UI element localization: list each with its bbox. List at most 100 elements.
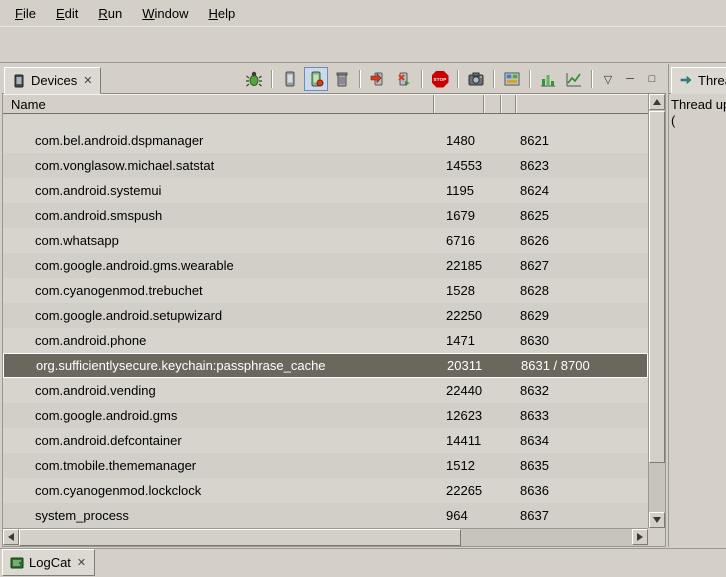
port-cell: 8630 bbox=[515, 333, 648, 348]
pid-cell: 1195 bbox=[433, 183, 483, 198]
table-row[interactable]: com.cyanogenmod.lockclock 22265 8636 bbox=[3, 478, 648, 503]
table-row[interactable]: com.google.android.setupwizard 22250 862… bbox=[3, 303, 648, 328]
pid-cell: 14411 bbox=[433, 433, 483, 448]
column-header-pid[interactable] bbox=[433, 95, 483, 113]
minimize-icon[interactable]: ─ bbox=[620, 69, 640, 89]
capture-icon[interactable] bbox=[500, 67, 524, 91]
pid-cell: 1528 bbox=[433, 283, 483, 298]
menu-file[interactable]: File bbox=[6, 3, 45, 24]
table-row[interactable]: com.google.android.gms.wearable 22185 86… bbox=[3, 253, 648, 278]
menu-window[interactable]: Window bbox=[133, 3, 197, 24]
pid-cell: 6716 bbox=[433, 233, 483, 248]
toolbar-separator bbox=[421, 70, 423, 88]
port-cell: 8624 bbox=[515, 183, 648, 198]
table-row[interactable]: com.tmobile.thememanager 1512 8635 bbox=[3, 453, 648, 478]
column-header-spacer2[interactable] bbox=[500, 95, 515, 113]
column-header-spacer1[interactable] bbox=[483, 95, 500, 113]
device-rows: com.bel.android.dspmanager 1480 8621 com… bbox=[3, 128, 648, 528]
vertical-scroll-thumb[interactable] bbox=[649, 111, 665, 463]
process-name-cell: com.cyanogenmod.lockclock bbox=[3, 483, 433, 498]
tab-threads[interactable]: Threa ✕ bbox=[671, 67, 726, 94]
toolbar-separator bbox=[359, 70, 361, 88]
devices-view: Devices ✕ bbox=[2, 64, 666, 547]
logcat-bar: LogCat ✕ bbox=[0, 548, 726, 577]
network-stats-icon[interactable] bbox=[562, 67, 586, 91]
process-name-cell: com.google.android.gms.wearable bbox=[3, 258, 433, 273]
process-name-cell: com.cyanogenmod.trebuchet bbox=[3, 283, 433, 298]
port-cell: 8635 bbox=[515, 458, 648, 473]
table-row[interactable]: com.vonglasow.michael.satstat 14553 8623 bbox=[3, 153, 648, 178]
update-threads-icon[interactable] bbox=[366, 67, 390, 91]
port-cell: 8629 bbox=[515, 308, 648, 323]
scroll-right-button[interactable] bbox=[632, 529, 648, 545]
table-row[interactable]: com.android.smspush 1679 8625 bbox=[3, 203, 648, 228]
menu-bar: File Edit Run Window Help bbox=[0, 0, 726, 26]
horizontal-scroll-track[interactable] bbox=[461, 529, 632, 546]
tab-logcat[interactable]: LogCat ✕ bbox=[2, 549, 95, 576]
gc-icon[interactable] bbox=[330, 67, 354, 91]
column-header-name[interactable]: Name bbox=[3, 95, 433, 113]
process-name-cell: com.whatsapp bbox=[3, 233, 433, 248]
port-cell: 8623 bbox=[515, 158, 648, 173]
table-row[interactable]: com.cyanogenmod.trebuchet 1528 8628 bbox=[3, 278, 648, 303]
pid-cell: 1679 bbox=[433, 208, 483, 223]
view-menu-icon[interactable]: ▽ bbox=[598, 69, 618, 89]
tab-devices[interactable]: Devices ✕ bbox=[4, 67, 101, 94]
port-cell: 8634 bbox=[515, 433, 648, 448]
scroll-up-button[interactable] bbox=[649, 94, 665, 110]
process-name-cell: com.android.systemui bbox=[3, 183, 433, 198]
process-name-cell: com.google.android.setupwizard bbox=[3, 308, 433, 323]
table-row[interactable]: com.google.android.gms 12623 8633 bbox=[3, 403, 648, 428]
horizontal-scroll-thumb[interactable] bbox=[19, 529, 461, 546]
vertical-scrollbar[interactable] bbox=[648, 94, 665, 528]
threads-tab-icon bbox=[679, 74, 693, 88]
device-tab-icon bbox=[12, 74, 26, 88]
process-name-cell: org.sufficientlysecure.keychain:passphra… bbox=[4, 358, 434, 373]
threads-body: Thread up ( bbox=[669, 94, 726, 547]
close-icon[interactable]: ✕ bbox=[76, 556, 87, 569]
stop-process-icon[interactable]: STOP bbox=[428, 67, 452, 91]
table-row[interactable]: com.bel.android.dspmanager 1480 8621 bbox=[3, 128, 648, 153]
screenshot-icon[interactable] bbox=[464, 67, 488, 91]
close-icon[interactable]: ✕ bbox=[82, 74, 93, 87]
scroll-left-button[interactable] bbox=[3, 529, 19, 545]
pid-cell: 20311 bbox=[434, 358, 484, 373]
table-row[interactable]: com.android.systemui 1195 8624 bbox=[3, 178, 648, 203]
pid-cell: 1480 bbox=[433, 133, 483, 148]
table-header-row: Name bbox=[3, 94, 648, 114]
table-row[interactable]: org.sufficientlysecure.keychain:passphra… bbox=[3, 353, 648, 378]
toolbar-separator bbox=[529, 70, 531, 88]
stop-label: STOP bbox=[434, 77, 447, 82]
table-row[interactable]: com.android.vending 22440 8632 bbox=[3, 378, 648, 403]
device-table-body: com.bel.android.dspmanager 1480 8621 com… bbox=[3, 115, 648, 528]
method-profiling-icon[interactable] bbox=[392, 67, 416, 91]
table-row[interactable]: com.android.defcontainer 14411 8634 bbox=[3, 428, 648, 453]
debug-icon[interactable] bbox=[242, 67, 266, 91]
menu-run[interactable]: Run bbox=[89, 3, 131, 24]
stop-octagon: STOP bbox=[432, 71, 449, 88]
port-cell: 8637 bbox=[515, 508, 648, 523]
port-cell: 8636 bbox=[515, 483, 648, 498]
port-cell: 8625 bbox=[515, 208, 648, 223]
menu-help[interactable]: Help bbox=[199, 3, 244, 24]
menu-edit[interactable]: Edit bbox=[47, 3, 87, 24]
horizontal-scrollbar[interactable] bbox=[3, 528, 648, 546]
threads-view: Threa ✕ Thread up ( bbox=[668, 64, 726, 547]
column-header-port[interactable] bbox=[515, 95, 648, 113]
table-row[interactable]: system_process 964 8637 bbox=[3, 503, 648, 528]
pid-cell: 22440 bbox=[433, 383, 483, 398]
toolbar-separator bbox=[457, 70, 459, 88]
process-name-cell: com.tmobile.thememanager bbox=[3, 458, 433, 473]
devices-toolbar: STOP ▽ ─ □ bbox=[242, 67, 662, 91]
threads-tab-label: Threa bbox=[698, 73, 726, 88]
port-cell: 8633 bbox=[515, 408, 648, 423]
heap-bars-icon[interactable] bbox=[536, 67, 560, 91]
heap-icon[interactable] bbox=[278, 67, 302, 91]
devices-tab-label: Devices bbox=[31, 73, 77, 88]
update-heap-icon[interactable] bbox=[304, 67, 328, 91]
table-row[interactable]: com.android.phone 1471 8630 bbox=[3, 328, 648, 353]
maximize-icon[interactable]: □ bbox=[642, 69, 662, 89]
process-name-cell: com.bel.android.dspmanager bbox=[3, 133, 433, 148]
table-row[interactable]: com.whatsapp 6716 8626 bbox=[3, 228, 648, 253]
scroll-down-button[interactable] bbox=[649, 512, 665, 528]
